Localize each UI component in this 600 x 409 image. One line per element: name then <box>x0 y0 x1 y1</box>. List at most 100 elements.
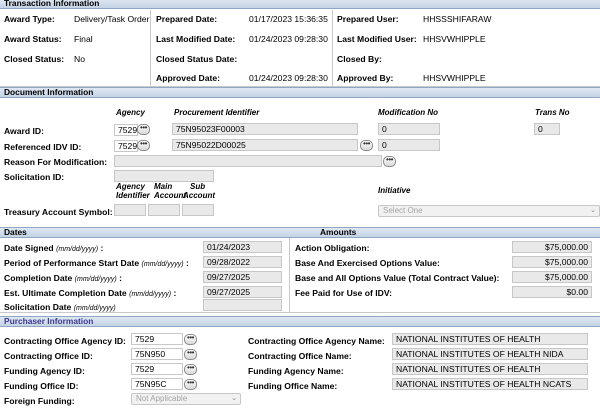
date-signed-label-text: Date Signed <box>4 243 54 253</box>
contracting-office-id-label: Contracting Office ID: <box>4 351 93 361</box>
reason-lookup-button[interactable]: ••• <box>383 156 396 167</box>
est-ultimate-completion-date-field[interactable]: 09/27/2025 <box>203 286 282 298</box>
award-trans-field[interactable]: 0 <box>534 123 560 135</box>
col-header-main-account-line2: Account <box>154 191 186 200</box>
closed-status-label: Closed Status: <box>4 54 65 64</box>
funding-office-id-label: Funding Office ID: <box>4 381 79 391</box>
ref-modification-field[interactable]: 0 <box>378 139 440 151</box>
ref-agency-lookup-button[interactable]: ••• <box>137 140 150 151</box>
treasury-account-symbol-label: Treasury Account Symbol: <box>4 207 113 217</box>
date-format-hint: (mm/dd/yyyy) <box>141 261 184 268</box>
base-all-options-label: Base and All Options Value (Total Contra… <box>295 273 500 283</box>
col-header-trans: Trans No <box>535 108 570 117</box>
colon: : <box>185 258 189 268</box>
col-header-agency-identifier-line1: Agency <box>116 182 145 191</box>
ref-procurement-lookup-button[interactable]: ••• <box>360 140 373 151</box>
treasury-main-account-field[interactable] <box>148 204 180 216</box>
chevron-down-icon: ⌄ <box>231 395 237 402</box>
foreign-funding-select[interactable]: Not Applicable ⌄ <box>131 393 241 405</box>
prepared-user-label: Prepared User: <box>337 14 399 24</box>
initiative-select-value: Select One <box>383 206 423 215</box>
pop-start-date-label: Period of Performance Start Date (mm/dd/… <box>4 258 189 268</box>
col-header-main-account-line1: Main <box>154 182 173 191</box>
initiative-select[interactable]: Select One ⌄ <box>378 205 600 217</box>
approved-date-value: 01/24/2023 09:28:30 <box>249 73 328 83</box>
col-header-sub-account-line2: Account <box>183 191 215 200</box>
completion-date-field[interactable]: 09/27/2025 <box>203 271 282 283</box>
pop-start-date-field[interactable]: 09/28/2022 <box>203 256 282 268</box>
date-format-hint: (mm/dd/yyyy) <box>129 291 172 298</box>
fee-paid-idv-field[interactable]: $0.00 <box>512 286 592 298</box>
funding-office-id-field[interactable]: 75N95C <box>131 378 183 390</box>
approved-date-label: Approved Date: <box>156 73 220 83</box>
col-header-agency: Agency <box>116 108 145 117</box>
section-title-dates: Dates <box>4 227 27 237</box>
contracting-office-agency-id-label: Contracting Office Agency ID: <box>4 336 126 346</box>
last-modified-date-value: 01/24/2023 09:28:30 <box>249 34 328 44</box>
funding-office-name-label: Funding Office Name: <box>248 381 338 391</box>
contracting-office-agency-id-field[interactable]: 7529 <box>131 333 183 345</box>
completion-label-text: Completion Date <box>4 273 73 283</box>
ref-procurement-field[interactable]: 75N95022D00025 <box>172 139 358 151</box>
col-header-procurement: Procurement Identifier <box>174 108 260 117</box>
foreign-funding-select-value: Not Applicable <box>136 394 188 403</box>
colon: : <box>100 243 104 253</box>
ref-agency-field[interactable]: 7529 <box>114 140 138 152</box>
date-format-hint: (mm/dd/yyyy) <box>74 276 117 283</box>
contracting-office-agency-name-field[interactable]: NATIONAL INSTITUTES OF HEALTH <box>392 333 588 345</box>
closed-status-date-label: Closed Status Date: <box>156 54 238 64</box>
prepared-date-label: Prepared Date: <box>156 14 218 24</box>
section-title: Purchaser Information <box>4 316 94 326</box>
funding-office-name-field[interactable]: NATIONAL INSTITUTES OF HEALTH NCATS <box>392 378 588 390</box>
completion-date-label: Completion Date (mm/dd/yyyy) : <box>4 273 122 283</box>
divider <box>289 238 290 312</box>
contracting-office-agency-name-label: Contracting Office Agency Name: <box>248 336 385 346</box>
treasury-sub-account-field[interactable] <box>182 204 214 216</box>
funding-agency-name-label: Funding Agency Name: <box>248 366 344 376</box>
action-obligation-field[interactable]: $75,000.00 <box>512 241 592 253</box>
section-title: Transaction Information <box>4 0 100 8</box>
base-all-options-field[interactable]: $75,000.00 <box>512 271 592 283</box>
date-signed-field[interactable]: 01/24/2023 <box>203 241 282 253</box>
prepared-user-value: HHSSSHIFARAW <box>423 14 492 24</box>
award-status-label: Award Status: <box>4 34 62 44</box>
solicitation-date-field[interactable] <box>203 299 282 311</box>
col-header-sub-account-line1: Sub <box>190 182 206 191</box>
award-modification-field[interactable]: 0 <box>378 123 440 135</box>
contracting-office-name-label: Contracting Office Name: <box>248 351 352 361</box>
col-header-initiative: Initiative <box>378 186 411 195</box>
section-header-dates-amounts: Dates Amounts <box>0 227 600 238</box>
est-ultimate-completion-date-label: Est. Ultimate Completion Date (mm/dd/yyy… <box>4 288 176 298</box>
colon: : <box>173 288 177 298</box>
funding-agency-id-field[interactable]: 7529 <box>131 363 183 375</box>
funding-agency-lookup-button[interactable]: ••• <box>184 364 197 375</box>
date-format-hint: (mm/dd/yyyy) <box>56 246 99 253</box>
funding-agency-name-field[interactable]: NATIONAL INSTITUTES OF HEALTH <box>392 363 588 375</box>
fee-paid-idv-label: Fee Paid for Use of IDV: <box>295 288 392 298</box>
solicitation-id-label: Solicitation ID: <box>4 172 65 182</box>
treasury-agency-identifier-field[interactable] <box>114 204 146 216</box>
contracting-office-id-field[interactable]: 75N950 <box>131 348 183 360</box>
approved-by-value: HHSVWHIPPLE <box>423 73 486 83</box>
contracting-office-lookup-button[interactable]: ••• <box>184 349 197 360</box>
last-modified-date-label: Last Modified Date: <box>156 34 236 44</box>
contracting-office-name-field[interactable]: NATIONAL INSTITUTES OF HEALTH NIDA <box>392 348 588 360</box>
award-procurement-field[interactable]: 75N95023F00003 <box>172 123 358 135</box>
section-header-purchaser: Purchaser Information <box>0 316 600 327</box>
funding-office-lookup-button[interactable]: ••• <box>184 379 197 390</box>
divider <box>332 10 333 86</box>
col-header-modification: Modification No <box>378 108 438 117</box>
solicitation-id-field[interactable] <box>114 170 214 182</box>
last-modified-user-label: Last Modified User: <box>337 34 417 44</box>
base-exercised-options-field[interactable]: $75,000.00 <box>512 256 592 268</box>
award-agency-lookup-button[interactable]: ••• <box>137 124 150 135</box>
section-title: Document Information <box>4 87 94 97</box>
closed-by-label: Closed By: <box>337 54 382 64</box>
contracting-agency-lookup-button[interactable]: ••• <box>184 334 197 345</box>
pop-start-label-text: Period of Performance Start Date <box>4 258 140 268</box>
reason-for-modification-field[interactable] <box>114 155 382 167</box>
award-agency-field[interactable]: 7529 <box>114 124 138 136</box>
chevron-down-icon: ⌄ <box>590 207 596 214</box>
solicitation-date-label: Solicitation Date (mm/dd/yyyy) <box>4 302 116 312</box>
closed-status-value: No <box>74 54 85 64</box>
